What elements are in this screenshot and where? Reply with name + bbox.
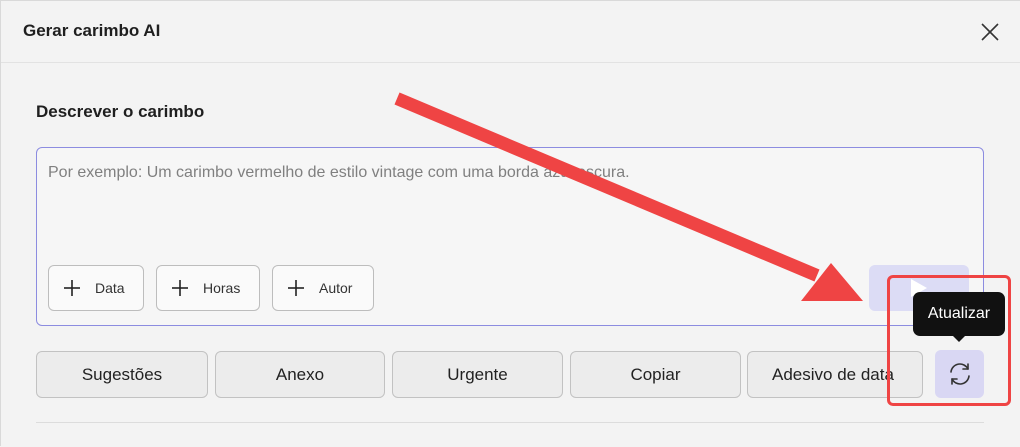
insert-date-chip[interactable]: Data	[48, 265, 144, 311]
dialog-titlebar: Gerar carimbo AI	[1, 1, 1020, 63]
refresh-icon	[949, 363, 970, 385]
refresh-button[interactable]	[935, 350, 984, 398]
stamp-dialog: Gerar carimbo AI Descrever o carimbo Dat…	[0, 0, 1020, 446]
refresh-tooltip: Atualizar	[913, 292, 1005, 336]
plus-icon	[288, 280, 304, 296]
dialog-title: Gerar carimbo AI	[23, 21, 161, 40]
close-icon	[981, 23, 999, 41]
divider	[36, 422, 984, 423]
suggestion-button[interactable]: Urgente	[392, 351, 563, 398]
plus-icon	[172, 280, 188, 296]
suggestion-button[interactable]: Copiar	[570, 351, 741, 398]
prompt-box: Data Horas Autor	[36, 147, 984, 326]
insert-author-chip[interactable]: Autor	[272, 265, 374, 311]
suggestion-button[interactable]: Adesivo de data	[747, 351, 923, 398]
describe-label: Descrever o carimbo	[36, 102, 205, 121]
plus-icon	[64, 280, 80, 296]
insert-time-chip[interactable]: Horas	[156, 265, 260, 311]
stamp-description-input[interactable]	[48, 164, 948, 254]
suggestion-button[interactable]: Anexo	[215, 351, 385, 398]
suggestion-button[interactable]: Sugestões	[36, 351, 208, 398]
tooltip-arrow	[952, 335, 966, 342]
close-button[interactable]	[971, 13, 1009, 51]
chip-label: Horas	[203, 280, 241, 296]
chip-label: Data	[95, 280, 125, 296]
chip-label: Autor	[319, 280, 353, 296]
